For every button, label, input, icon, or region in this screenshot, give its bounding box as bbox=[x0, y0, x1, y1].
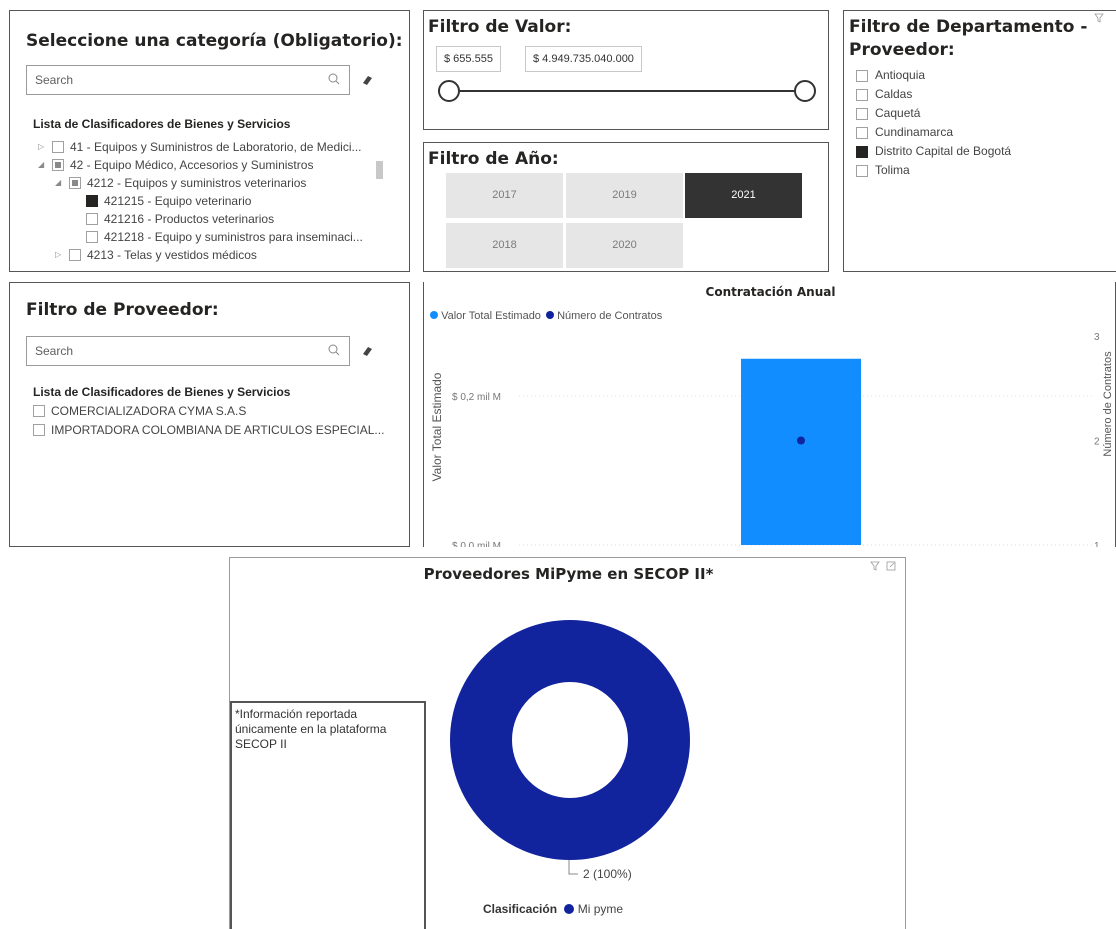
year-filter-panel: Filtro de Año: 2017 2019 2021 2018 2020 bbox=[423, 142, 829, 272]
department-item-label[interactable]: Caldas bbox=[875, 87, 912, 101]
left-tick-label: $ 0,2 mil M bbox=[452, 392, 501, 403]
department-filter-title-line1: Filtro de Departamento - bbox=[849, 17, 1088, 37]
note-line-1: *Información reportada bbox=[235, 707, 358, 721]
y-axis-label-right: Número de Contratos bbox=[1102, 351, 1114, 457]
category-checkbox[interactable] bbox=[86, 213, 98, 225]
y-axis-label-left: Valor Total Estimado bbox=[430, 372, 444, 481]
department-checkbox[interactable] bbox=[856, 146, 868, 158]
category-item-label[interactable]: 42 - Equipo Médico, Accesorios y Suminis… bbox=[70, 157, 313, 175]
category-item-label[interactable]: 421218 - Equipo y suministros para insem… bbox=[104, 229, 363, 247]
search-icon bbox=[328, 344, 340, 356]
department-checkbox[interactable] bbox=[856, 165, 868, 177]
collapse-triangle-icon[interactable]: ▷ bbox=[38, 142, 44, 151]
category-checkbox[interactable] bbox=[69, 249, 81, 261]
expand-triangle-icon[interactable]: ◢ bbox=[38, 160, 44, 169]
donut-legend: Clasificación Mi pyme bbox=[483, 902, 623, 916]
year-button-2018[interactable]: 2018 bbox=[446, 223, 563, 268]
eraser-icon[interactable] bbox=[360, 73, 374, 87]
category-checkbox[interactable] bbox=[69, 177, 81, 189]
category-scrollbar[interactable] bbox=[376, 161, 383, 179]
department-item-label[interactable]: Cundinamarca bbox=[875, 125, 953, 139]
provider-filter-title: Filtro de Proveedor: bbox=[26, 300, 219, 320]
category-item-label[interactable]: 41 - Equipos y Suministros de Laboratori… bbox=[70, 139, 361, 157]
department-filter-title-line2: Proveedor: bbox=[849, 40, 955, 60]
filter-icon[interactable] bbox=[1094, 13, 1104, 23]
donut-data-label: 2 (100%) bbox=[583, 867, 632, 881]
category-filter-title: Seleccione una categoría (Obligatorio): bbox=[26, 31, 403, 51]
category-filter-panel: Seleccione una categoría (Obligatorio): … bbox=[9, 10, 410, 272]
donut-slice-mi-pyme[interactable] bbox=[450, 620, 690, 860]
left-tick-label: $ 0,0 mil M bbox=[452, 541, 501, 547]
search-icon bbox=[328, 73, 340, 85]
donut-legend-title: Clasificación bbox=[483, 902, 558, 916]
value-filter-title: Filtro de Valor: bbox=[428, 17, 572, 37]
department-checkbox[interactable] bbox=[856, 108, 868, 120]
year-button-2019[interactable]: 2019 bbox=[566, 173, 683, 218]
category-item-label[interactable]: 4213 - Telas y vestidos médicos bbox=[87, 247, 257, 265]
value-min-input[interactable]: $ 655.555 bbox=[436, 46, 501, 72]
note-line-2: únicamente en la plataforma bbox=[235, 722, 387, 736]
department-checkbox[interactable] bbox=[856, 89, 868, 101]
category-item-label[interactable]: 421215 - Equipo veterinario bbox=[104, 193, 251, 211]
category-item-label[interactable]: 4212 - Equipos y suministros veterinario… bbox=[87, 175, 306, 193]
provider-search-input[interactable]: Search bbox=[26, 336, 350, 366]
eraser-icon[interactable] bbox=[360, 344, 374, 358]
category-item-label[interactable]: 421216 - Productos veterinarios bbox=[104, 211, 274, 229]
donut-legend-dot bbox=[564, 904, 575, 914]
category-checkbox[interactable] bbox=[52, 141, 64, 153]
category-search-input[interactable]: Search bbox=[26, 65, 350, 95]
category-checkbox[interactable] bbox=[86, 231, 98, 243]
donut-legend-label: Mi pyme bbox=[577, 902, 624, 916]
note-line-3: SECOP II bbox=[235, 737, 287, 751]
expand-triangle-icon[interactable]: ◢ bbox=[55, 178, 61, 187]
value-filter-panel: Filtro de Valor: $ 655.555 $ 4.949.735.0… bbox=[423, 10, 829, 130]
annual-chart-panel: Contratación Anual Valor Total Estimado … bbox=[423, 282, 1116, 547]
department-item-label[interactable]: Distrito Capital de Bogotá bbox=[875, 144, 1011, 158]
department-checkbox[interactable] bbox=[856, 70, 868, 82]
collapse-triangle-icon[interactable]: ▷ bbox=[55, 250, 61, 259]
value-slider-max-handle[interactable] bbox=[794, 80, 816, 102]
year-filter-title: Filtro de Año: bbox=[428, 149, 559, 169]
department-item-label[interactable]: Antioquia bbox=[875, 68, 925, 82]
mipyme-chart-panel: Proveedores MiPyme en SECOP II* 2 (100%)… bbox=[229, 557, 906, 929]
value-max-input[interactable]: $ 4.949.735.040.000 bbox=[525, 46, 642, 72]
note-box: *Información reportada únicamente en la … bbox=[230, 701, 426, 929]
annual-chart-svg: $ 0,0 mil M$ 0,2 mil M1232021AñoValor To… bbox=[430, 332, 1114, 547]
provider-search-placeholder: Search bbox=[35, 344, 74, 358]
category-search-placeholder: Search bbox=[35, 73, 74, 87]
bar-valor-2021[interactable] bbox=[741, 358, 861, 545]
provider-item-label[interactable]: IMPORTADORA COLOMBIANA DE ARTICULOS ESPE… bbox=[51, 422, 384, 440]
right-tick-label: 1 bbox=[1094, 541, 1100, 547]
provider-list-header: Lista de Clasificadores de Bienes y Serv… bbox=[33, 385, 291, 399]
data-label-leader bbox=[568, 860, 578, 875]
department-item-label[interactable]: Tolima bbox=[875, 163, 910, 177]
marker-contratos-2021[interactable] bbox=[797, 436, 805, 445]
department-item-label[interactable]: Caquetá bbox=[875, 106, 920, 120]
provider-item-label[interactable]: COMERCIALIZADORA CYMA S.A.S bbox=[51, 403, 246, 421]
year-button-2021[interactable]: 2021 bbox=[685, 173, 802, 218]
category-checkbox[interactable] bbox=[52, 159, 64, 171]
department-checkbox[interactable] bbox=[856, 127, 868, 139]
year-button-2020[interactable]: 2020 bbox=[566, 223, 683, 268]
department-filter-panel: Filtro de Departamento - Proveedor: Anti… bbox=[843, 10, 1116, 272]
provider-checkbox[interactable] bbox=[33, 405, 45, 417]
value-slider-min-handle[interactable] bbox=[438, 80, 460, 102]
provider-checkbox[interactable] bbox=[33, 424, 45, 436]
category-list-header: Lista de Clasificadores de Bienes y Serv… bbox=[33, 117, 291, 131]
value-slider-track[interactable] bbox=[449, 90, 806, 92]
provider-filter-panel: Filtro de Proveedor: Search Lista de Cla… bbox=[9, 282, 410, 547]
right-tick-label: 2 bbox=[1094, 437, 1100, 448]
category-checkbox[interactable] bbox=[86, 195, 98, 207]
year-button-2017[interactable]: 2017 bbox=[446, 173, 563, 218]
right-tick-label: 3 bbox=[1094, 332, 1100, 343]
